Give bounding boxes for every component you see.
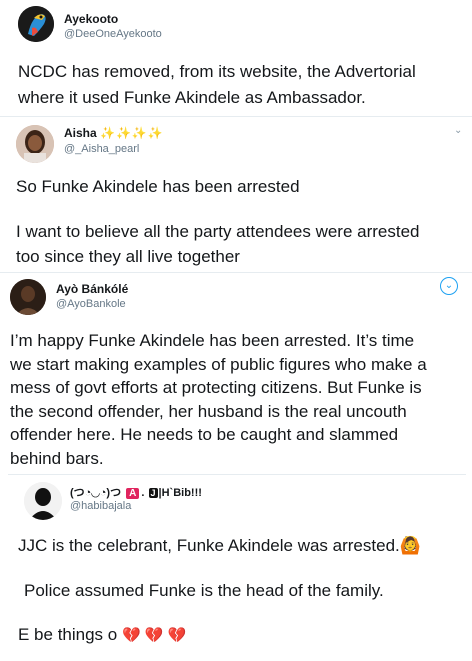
tweet-card[interactable]: Ayò Bánkólé @AyoBankole ⌄ I’m happy Funk… (0, 273, 472, 473)
letter-badge: A (126, 488, 140, 499)
tweet-text-line: too since they all live together (16, 247, 240, 266)
username[interactable]: @habibajala (70, 500, 131, 512)
tweet-text-span: E be things o (18, 625, 118, 644)
username[interactable]: @DeeOneAyekooto (64, 28, 162, 40)
sparkles-icon: ✨✨✨✨ (100, 126, 164, 140)
tweet-text: JJC is the celebrant, Funke Akindele was… (18, 534, 458, 648)
display-name[interactable]: Aisha ✨✨✨✨ (64, 126, 164, 140)
chevron-down-icon[interactable]: ⌄ (440, 277, 458, 295)
avatar[interactable] (18, 6, 54, 42)
tweet-text-line: offender here. He needs to be caught and… (10, 425, 399, 444)
tweet-card[interactable]: Ayekooto @DeeOneAyekooto NCDC has remove… (0, 0, 472, 118)
tweet-card[interactable]: Aisha ✨✨✨✨ @_Aisha_pearl ⌄ So Funke Akin… (0, 117, 472, 272)
display-name[interactable]: Ayekooto (64, 12, 118, 26)
tweet-text-line: mess of govt efforts at protecting citiz… (10, 378, 422, 397)
tweet-text-line: I’m happy Funke Akindele has been arrest… (10, 331, 415, 350)
woman-icon (16, 125, 54, 163)
gesture-emoji-icon: 🙆 (399, 536, 421, 555)
avatar[interactable] (16, 125, 54, 163)
username[interactable]: @_Aisha_pearl (64, 143, 139, 155)
tweet-text-line: behind bars. (10, 448, 104, 468)
display-name-text: . (141, 487, 145, 499)
parrot-icon (18, 6, 54, 42)
display-name-text: Aisha (64, 126, 97, 140)
tweet-text: I’m happy Funke Akindele has been arrest… (10, 329, 465, 470)
card-divider (8, 474, 466, 475)
man-icon (10, 279, 46, 315)
display-name-text: (つ◔◡◔)つ (70, 487, 122, 499)
letter-badge: J (148, 488, 158, 498)
tweet-text-line: we start making examples of public figur… (10, 354, 427, 374)
broken-heart-icon: 💔 💔 💔 (121, 627, 187, 644)
person-silhouette-icon (24, 482, 62, 520)
display-name[interactable]: Ayò Bánkólé (56, 282, 128, 296)
tweet-text-line: Police assumed Funke is the head of the … (24, 580, 384, 600)
avatar[interactable] (24, 482, 62, 520)
chevron-down-icon[interactable]: ⌄ (454, 125, 462, 136)
tweet-text-line: I want to believe all the party attendee… (16, 221, 420, 241)
avatar[interactable] (10, 279, 46, 315)
tweet-text-span: JJC is the celebrant, Funke Akindele was… (18, 536, 400, 555)
username[interactable]: @AyoBankole (56, 298, 126, 310)
tweet-text-line: JJC is the celebrant, Funke Akindele was… (18, 534, 458, 558)
display-name-text: |H`Bib!!! (158, 487, 202, 499)
tweet-text: NCDC has removed, from its website, the … (18, 60, 458, 109)
tweet-text-line: So Funke Akindele has been arrested (16, 177, 300, 196)
tweet-text-line: the second offender, her husband is the … (10, 401, 407, 421)
tweet-text: So Funke Akindele has been arrested I wa… (16, 175, 461, 269)
tweet-text-line: E be things o 💔 💔 💔 (18, 623, 458, 648)
tweet-text-line: where it used Funke Akindele as Ambassad… (18, 87, 366, 107)
tweet-text-line: NCDC has removed, from its website, the … (18, 62, 416, 81)
display-name[interactable]: (つ◔◡◔)つ A. J |H`Bib!!! (70, 484, 202, 500)
quoted-tweet-card[interactable]: (つ◔◡◔)つ A. J |H`Bib!!! @habibajala JJC is… (8, 474, 466, 661)
